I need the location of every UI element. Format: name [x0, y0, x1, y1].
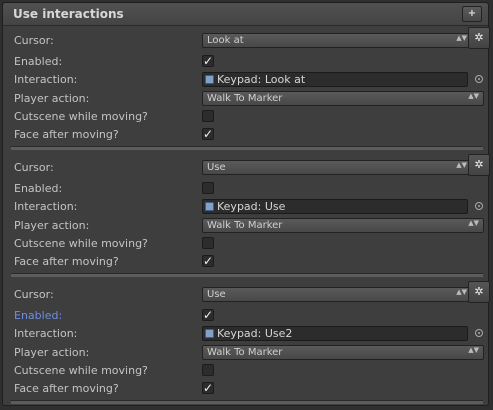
enabled-label: Enabled:: [14, 182, 63, 195]
cursor-value: Use: [207, 289, 226, 300]
face-label: Face after moving?: [14, 128, 119, 141]
face-checkbox[interactable]: ✓: [202, 255, 214, 267]
panel-header: Use interactions +: [3, 3, 488, 26]
cursor-row: Cursor: Use ▲▼ ✲: [14, 154, 490, 177]
cutscene-checkbox[interactable]: [202, 237, 214, 249]
cursor-row: Cursor: Use ▲▼ ✲: [14, 281, 490, 304]
cursor-value: Use: [207, 162, 226, 173]
interaction-object-field[interactable]: Keypad: Use: [202, 199, 468, 214]
cutscene-row: Cutscene while moving?: [14, 235, 484, 253]
cutscene-label: Cutscene while moving?: [14, 237, 148, 250]
enabled-row: Enabled: ✓: [14, 53, 484, 71]
dropdown-arrows-icon: ▲▼: [456, 288, 467, 296]
enabled-checkbox[interactable]: ✓: [202, 55, 214, 67]
face-row: Face after moving? ✓: [14, 253, 484, 271]
face-row: Face after moving? ✓: [14, 380, 484, 398]
player-action-row: Player action: Walk To Marker ▲▼: [14, 217, 484, 235]
dropdown-arrows-icon: ▲▼: [468, 92, 479, 100]
player-action-row: Player action: Walk To Marker ▲▼: [14, 90, 484, 108]
interaction-row: Interaction: Keypad: Look at: [14, 71, 484, 89]
interaction-label: Interaction:: [14, 327, 78, 340]
player-action-value: Walk To Marker: [207, 220, 283, 231]
face-row: Face after moving? ✓: [14, 126, 484, 144]
face-checkbox[interactable]: ✓: [202, 382, 214, 394]
cursor-row: Cursor: Look at ▲▼ ✲: [14, 27, 490, 50]
script-asset-icon: [205, 329, 214, 338]
cutscene-checkbox[interactable]: [202, 110, 214, 122]
cutscene-checkbox[interactable]: [202, 364, 214, 376]
player-action-dropdown[interactable]: Walk To Marker ▲▼: [202, 218, 484, 233]
interaction-object-field[interactable]: Keypad: Look at: [202, 72, 468, 87]
script-asset-icon: [205, 75, 214, 84]
dropdown-arrows-icon: ▲▼: [468, 219, 479, 227]
face-label: Face after moving?: [14, 382, 119, 395]
cursor-label: Cursor:: [14, 161, 54, 174]
interaction-row: Interaction: Keypad: Use: [14, 198, 484, 216]
face-label: Face after moving?: [14, 255, 119, 268]
cursor-value: Look at: [207, 35, 244, 46]
cutscene-label: Cutscene while moving?: [14, 110, 148, 123]
player-action-label: Player action:: [14, 346, 90, 359]
add-interaction-button[interactable]: +: [462, 6, 482, 22]
interaction-object-field[interactable]: Keypad: Use2: [202, 326, 468, 341]
script-asset-icon: [205, 202, 214, 211]
object-picker-icon[interactable]: [475, 202, 483, 210]
cursor-dropdown[interactable]: Use ▲▼: [202, 287, 472, 302]
player-action-value: Walk To Marker: [207, 93, 283, 104]
interaction-value: Keypad: Use2: [217, 327, 293, 340]
cursor-dropdown[interactable]: Use ▲▼: [202, 160, 472, 175]
cursor-label: Cursor:: [14, 288, 54, 301]
cursor-dropdown[interactable]: Look at ▲▼: [202, 33, 472, 48]
player-action-dropdown[interactable]: Walk To Marker ▲▼: [202, 345, 484, 360]
enabled-label: Enabled:: [14, 309, 63, 322]
cutscene-row: Cutscene while moving?: [14, 108, 484, 126]
player-action-label: Player action:: [14, 92, 90, 105]
interaction-value: Keypad: Look at: [217, 73, 306, 86]
enabled-checkbox[interactable]: [202, 182, 214, 194]
interaction-row: Interaction: Keypad: Use2: [14, 325, 484, 343]
use-interactions-panel: Use interactions + Cursor: Look at ▲▼ ✲ …: [2, 2, 490, 406]
enabled-row: Enabled:: [14, 180, 484, 198]
block-separator: [11, 273, 483, 277]
dropdown-arrows-icon: ▲▼: [456, 34, 467, 42]
cutscene-label: Cutscene while moving?: [14, 364, 148, 377]
enabled-label: Enabled:: [14, 55, 63, 68]
panel-title: Use interactions: [13, 7, 124, 21]
interaction-value: Keypad: Use: [217, 200, 286, 213]
enabled-checkbox[interactable]: ✓: [202, 309, 214, 321]
block-separator: [11, 146, 483, 150]
player-action-value: Walk To Marker: [207, 347, 283, 358]
dropdown-arrows-icon: ▲▼: [468, 346, 479, 354]
gear-icon[interactable]: ✲: [468, 154, 490, 176]
dropdown-arrows-icon: ▲▼: [456, 161, 467, 169]
player-action-label: Player action:: [14, 219, 90, 232]
interaction-label: Interaction:: [14, 73, 78, 86]
object-picker-icon[interactable]: [475, 75, 483, 83]
block-separator: [11, 400, 483, 404]
cutscene-row: Cutscene while moving?: [14, 362, 484, 380]
player-action-row: Player action: Walk To Marker ▲▼: [14, 344, 484, 362]
gear-icon[interactable]: ✲: [468, 281, 490, 303]
enabled-row: Enabled: ✓: [14, 307, 484, 325]
gear-icon[interactable]: ✲: [468, 27, 490, 49]
object-picker-icon[interactable]: [475, 329, 483, 337]
interaction-label: Interaction:: [14, 200, 78, 213]
cursor-label: Cursor:: [14, 34, 54, 47]
player-action-dropdown[interactable]: Walk To Marker ▲▼: [202, 91, 484, 106]
face-checkbox[interactable]: ✓: [202, 128, 214, 140]
